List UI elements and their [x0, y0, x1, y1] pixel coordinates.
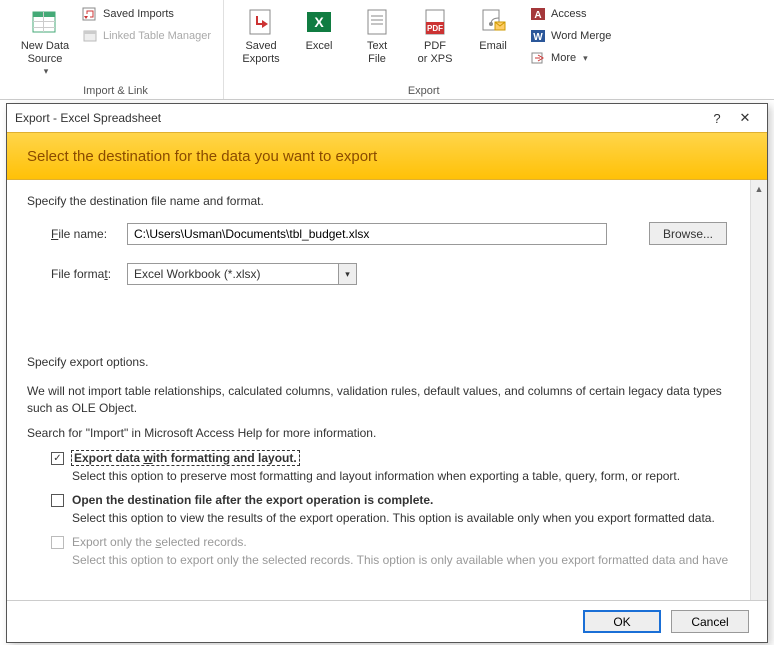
email-button[interactable]: Email — [464, 2, 522, 57]
opt2-desc: Select this option to view the results o… — [72, 511, 715, 525]
scroll-up-icon[interactable]: ▲ — [751, 180, 767, 197]
help-note: Search for "Import" in Microsoft Access … — [27, 425, 747, 442]
ribbon: New Data Source▾ Saved Imports Linked Ta… — [0, 0, 774, 100]
more-icon — [530, 50, 546, 66]
excel-icon: X — [303, 6, 335, 38]
spec-opts-label: Specify export options. — [27, 355, 747, 369]
file-format-value: Excel Workbook (*.xlsx) — [134, 267, 260, 281]
chevron-down-icon: ▾ — [338, 264, 356, 284]
file-name-input[interactable] — [127, 223, 607, 245]
svg-text:PDF: PDF — [427, 24, 443, 33]
ok-button[interactable]: OK — [583, 610, 661, 633]
svg-text:X: X — [314, 14, 324, 30]
import-note: We will not import table relationships, … — [27, 383, 747, 417]
text-file-label: Text File — [367, 40, 387, 66]
checkbox-export-formatting[interactable] — [51, 452, 64, 465]
dialog-titlebar: Export - Excel Spreadsheet ? ✕ — [7, 104, 767, 132]
more-label: More — [551, 52, 576, 64]
svg-text:A: A — [534, 10, 541, 21]
help-button[interactable]: ? — [703, 111, 731, 126]
saved-imports-label: Saved Imports — [103, 8, 174, 20]
new-data-source-icon — [29, 6, 61, 38]
dialog-title: Export - Excel Spreadsheet — [15, 111, 703, 125]
scrollbar[interactable]: ▲ — [750, 180, 767, 600]
pdf-xps-button[interactable]: PDF PDF or XPS — [406, 2, 464, 70]
saved-imports-button[interactable]: Saved Imports — [78, 4, 215, 24]
checkbox-open-after-export[interactable] — [51, 494, 64, 507]
option-export-selected: Export only the selected records. Select… — [51, 535, 747, 567]
opt1-title: Export data with formatting and layout. — [72, 451, 299, 465]
excel-button[interactable]: X Excel — [290, 2, 348, 57]
svg-text:W: W — [533, 32, 543, 43]
opt3-desc: Select this option to export only the se… — [72, 553, 728, 567]
opt2-title: Open the destination file after the expo… — [72, 493, 433, 507]
new-data-source-button[interactable]: New Data Source▾ — [16, 2, 74, 81]
close-button[interactable]: ✕ — [731, 110, 759, 126]
word-merge-label: Word Merge — [551, 30, 611, 42]
dialog-button-bar: OK Cancel — [7, 600, 767, 642]
checkbox-export-selected — [51, 536, 64, 549]
opt3-title: Export only the selected records. — [72, 535, 247, 549]
option-open-after-export[interactable]: Open the destination file after the expo… — [51, 493, 747, 525]
chevron-down-icon: ▾ — [583, 53, 588, 64]
email-label: Email — [479, 40, 507, 53]
dialog-body: Specify the destination file name and fo… — [7, 180, 767, 600]
ribbon-group-import-link: New Data Source▾ Saved Imports Linked Ta… — [8, 0, 224, 99]
file-name-label: File name: — [51, 227, 127, 241]
access-button[interactable]: A Access — [526, 4, 615, 24]
option-export-formatting[interactable]: Export data with formatting and layout. … — [51, 451, 747, 483]
more-button[interactable]: More ▾ — [526, 48, 615, 68]
saved-exports-button[interactable]: Saved Exports — [232, 2, 290, 70]
linked-table-manager-button: Linked Table Manager — [78, 26, 215, 46]
saved-exports-icon — [245, 6, 277, 38]
export-dialog: Export - Excel Spreadsheet ? ✕ Select th… — [6, 103, 768, 643]
access-label: Access — [551, 8, 586, 20]
file-format-select[interactable]: Excel Workbook (*.xlsx) ▾ — [127, 263, 357, 285]
spec-dest-label: Specify the destination file name and fo… — [27, 194, 747, 208]
ribbon-group-label-export: Export — [232, 83, 615, 99]
browse-button[interactable]: Browse... — [649, 222, 727, 245]
saved-exports-label: Saved Exports — [242, 40, 279, 66]
excel-label: Excel — [306, 40, 333, 53]
pdf-icon: PDF — [419, 6, 451, 38]
file-format-label: File format: — [51, 267, 127, 281]
text-file-button[interactable]: Text File — [348, 2, 406, 70]
pdf-xps-label: PDF or XPS — [418, 40, 453, 66]
new-data-source-label: New Data Source — [21, 40, 69, 66]
word-merge-button[interactable]: W Word Merge — [526, 26, 615, 46]
dialog-banner: Select the destination for the data you … — [7, 132, 767, 180]
opt1-desc: Select this option to preserve most form… — [72, 469, 680, 483]
access-icon: A — [530, 6, 546, 22]
saved-imports-icon — [82, 6, 98, 22]
cancel-button[interactable]: Cancel — [671, 610, 749, 633]
linked-table-manager-label: Linked Table Manager — [103, 30, 211, 42]
chevron-down-icon: ▾ — [44, 66, 49, 77]
ribbon-group-export: Saved Exports X Excel Text File PDF PDF … — [224, 0, 623, 99]
ribbon-group-label-import-link: Import & Link — [16, 83, 215, 99]
text-file-icon — [361, 6, 393, 38]
word-merge-icon: W — [530, 28, 546, 44]
email-icon — [477, 6, 509, 38]
linked-table-manager-icon — [82, 28, 98, 44]
